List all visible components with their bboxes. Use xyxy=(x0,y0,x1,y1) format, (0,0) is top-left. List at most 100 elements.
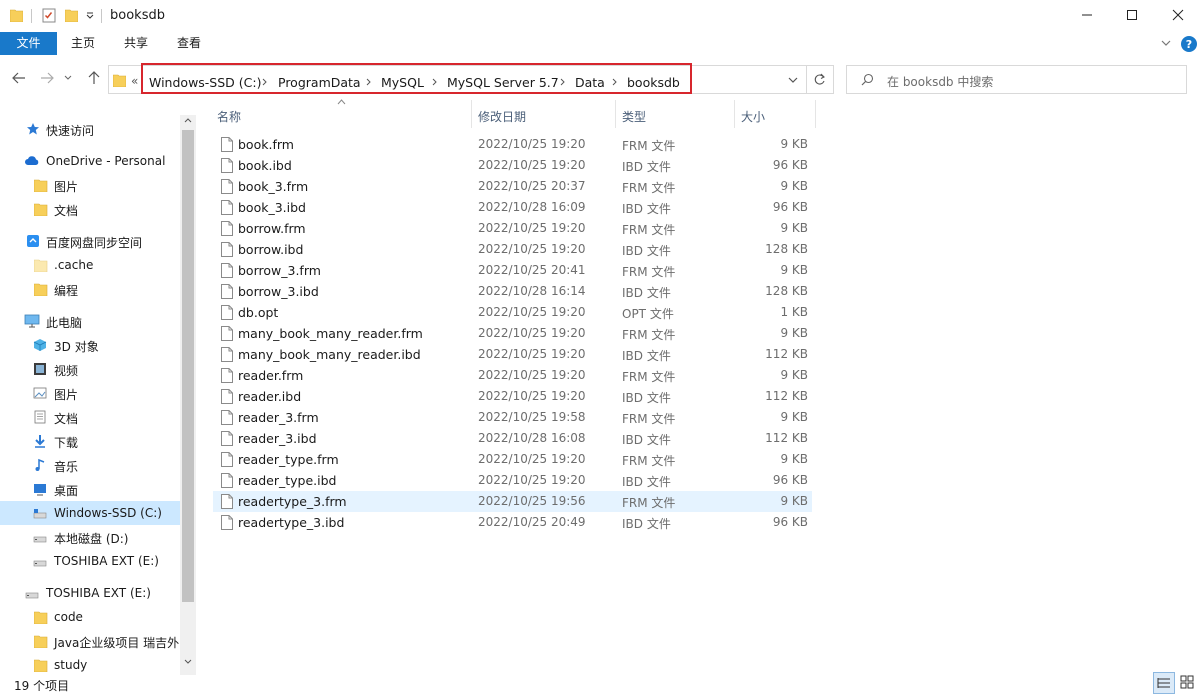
properties-icon[interactable] xyxy=(41,7,57,23)
sidebar-item-3d-objects[interactable]: 3D 对象 xyxy=(0,333,180,357)
maximize-button[interactable] xyxy=(1109,0,1155,30)
sidebar-item-music[interactable]: 音乐 xyxy=(0,453,180,477)
sidebar-item-study[interactable]: study xyxy=(0,653,180,677)
file-size: 9 KB xyxy=(780,137,808,151)
sidebar-item-label: TOSHIBA EXT (E:) xyxy=(54,554,159,568)
search-box[interactable]: 在 booksdb 中搜索 xyxy=(846,65,1187,94)
scroll-down-icon[interactable] xyxy=(184,659,192,665)
column-header-size[interactable]: 大小 xyxy=(735,100,815,128)
search-input[interactable]: 在 booksdb 中搜索 xyxy=(887,73,993,90)
file-row[interactable]: reader_3.ibd 2022/10/28 16:08 IBD 文件 112 KB xyxy=(213,428,812,449)
overflow-crumbs[interactable]: « xyxy=(131,74,138,88)
file-row[interactable]: reader_type.frm 2022/10/25 19:20 FRM 文件 9 K… xyxy=(213,449,812,470)
file-row[interactable]: many_book_many_reader.ibd 2022/10/25 19:2… xyxy=(213,344,812,365)
close-button[interactable] xyxy=(1155,0,1201,30)
sidebar-item-programming[interactable]: 编程 xyxy=(0,277,180,301)
sidebar-item-cache[interactable]: .cache xyxy=(0,253,180,277)
sidebar-item-videos[interactable]: 视频 xyxy=(0,357,180,381)
recent-locations-button[interactable] xyxy=(62,68,74,88)
scroll-up-icon[interactable] xyxy=(184,117,192,123)
refresh-button[interactable] xyxy=(806,65,834,94)
file-row[interactable]: db.opt 2022/10/25 19:20 OPT 文件 1 KB xyxy=(213,302,812,323)
expand-ribbon-icon[interactable] xyxy=(1161,39,1171,47)
sidebar-item-toshiba-e-root[interactable]: TOSHIBA EXT (E:) xyxy=(0,581,180,605)
file-name: reader_type.frm xyxy=(238,452,339,467)
sidebar-item-local-disk-d[interactable]: 本地磁盘 (D:) xyxy=(0,525,180,549)
sidebar-item-code[interactable]: code xyxy=(0,605,180,629)
sidebar-item-documents[interactable]: 文档 xyxy=(0,405,180,429)
sidebar-item-pictures[interactable]: 图片 xyxy=(0,381,180,405)
file-name: borrow_3.frm xyxy=(238,263,321,278)
column-header-label: 修改日期 xyxy=(478,110,527,124)
sidebar-item-label: code xyxy=(54,610,83,624)
file-date: 2022/10/25 19:58 xyxy=(478,410,586,424)
file-name: db.opt xyxy=(238,305,279,320)
sidebar-item-onedrive[interactable]: OneDrive - Personal xyxy=(0,149,180,173)
folder-icon xyxy=(34,283,48,296)
file-row[interactable]: borrow.ibd 2022/10/25 19:20 IBD 文件 128 KB xyxy=(213,239,812,260)
file-size: 128 KB xyxy=(765,284,808,298)
help-button[interactable]: ? xyxy=(1181,36,1197,52)
file-date: 2022/10/25 19:20 xyxy=(478,473,586,487)
file-row[interactable]: book.ibd 2022/10/25 19:20 IBD 文件 96 KB xyxy=(213,155,812,176)
sidebar-item-this-pc[interactable]: 此电脑 xyxy=(0,309,180,333)
file-row[interactable]: readertype_3.ibd 2022/10/25 20:49 IBD 文件 96… xyxy=(213,512,812,533)
sidebar-item-quick-access[interactable]: 快速访问 xyxy=(0,117,180,141)
file-icon xyxy=(221,515,233,530)
file-row[interactable]: book.frm 2022/10/25 19:20 FRM 文件 9 KB xyxy=(213,134,812,155)
file-row[interactable]: reader_3.frm 2022/10/25 19:58 FRM 文件 9 KB xyxy=(213,407,812,428)
sidebar-item-desktop[interactable]: 桌面 xyxy=(0,477,180,501)
file-row[interactable]: reader_type.ibd 2022/10/25 19:20 IBD 文件 96 … xyxy=(213,470,812,491)
sidebar-item-windows-ssd[interactable]: Windows-SSD (C:) xyxy=(0,501,180,525)
large-icons-view-button[interactable] xyxy=(1177,672,1199,694)
file-date: 2022/10/25 19:20 xyxy=(478,242,586,256)
sidebar-item-baidu-sync[interactable]: 百度网盘同步空间 xyxy=(0,229,180,253)
tab-view[interactable]: 查看 xyxy=(165,32,213,55)
sidebar-item-downloads[interactable]: 下载 xyxy=(0,429,180,453)
file-row[interactable]: book_3.frm 2022/10/25 20:37 FRM 文件 9 KB xyxy=(213,176,812,197)
column-header-date[interactable]: 修改日期 xyxy=(472,100,615,128)
ribbon-tabs: 文件 主页 共享 查看 ? xyxy=(0,32,1201,56)
tab-file[interactable]: 文件 xyxy=(0,32,57,55)
chevron-down-icon xyxy=(64,75,72,80)
file-row[interactable]: many_book_many_reader.frm 2022/10/25 19:2… xyxy=(213,323,812,344)
column-header-type[interactable]: 类型 xyxy=(616,100,734,128)
minimize-button[interactable] xyxy=(1064,0,1110,30)
sidebar-item-java-project[interactable]: Java企业级项目 瑞吉外 xyxy=(0,629,180,653)
file-name: reader.frm xyxy=(238,368,304,383)
sidebar-item-onedrive-documents[interactable]: 文档 xyxy=(0,197,180,221)
tab-home[interactable]: 主页 xyxy=(59,32,107,55)
details-view-icon xyxy=(1157,678,1170,688)
file-row[interactable]: reader.frm 2022/10/25 19:20 FRM 文件 9 KB xyxy=(213,365,812,386)
file-size: 112 KB xyxy=(765,347,808,361)
column-divider[interactable] xyxy=(815,100,816,128)
sidebar-item-onedrive-pictures[interactable]: 图片 xyxy=(0,173,180,197)
file-row[interactable]: readertype_3.frm 2022/10/25 19:56 FRM 文件 9 … xyxy=(213,491,812,512)
column-header-name[interactable]: 名称 xyxy=(213,100,471,128)
chevron-down-icon[interactable] xyxy=(788,77,798,84)
file-date: 2022/10/28 16:14 xyxy=(478,284,586,298)
file-icon xyxy=(221,452,233,467)
back-button[interactable] xyxy=(9,68,29,88)
file-row[interactable]: borrow_3.frm 2022/10/25 20:41 FRM 文件 9 KB xyxy=(213,260,812,281)
customize-toolbar-icon[interactable] xyxy=(86,12,94,20)
new-folder-icon[interactable] xyxy=(65,8,78,22)
file-row[interactable]: book_3.ibd 2022/10/28 16:09 IBD 文件 96 KB xyxy=(213,197,812,218)
file-row[interactable]: reader.ibd 2022/10/25 19:20 IBD 文件 112 KB xyxy=(213,386,812,407)
up-button[interactable] xyxy=(84,68,104,88)
tab-share[interactable]: 共享 xyxy=(112,32,160,55)
sidebar-scroll-thumb[interactable] xyxy=(182,130,194,602)
sidebar-item-toshiba-e[interactable]: TOSHIBA EXT (E:) xyxy=(0,549,180,573)
file-icon xyxy=(221,242,233,257)
file-date: 2022/10/25 19:20 xyxy=(478,326,586,340)
details-view-button[interactable] xyxy=(1153,672,1175,694)
file-row[interactable]: borrow.frm 2022/10/25 19:20 FRM 文件 9 KB xyxy=(213,218,812,239)
arrow-left-icon xyxy=(12,72,25,84)
forward-button[interactable] xyxy=(37,68,57,88)
file-icon xyxy=(221,200,233,215)
file-row[interactable]: borrow_3.ibd 2022/10/28 16:14 IBD 文件 128 KB xyxy=(213,281,812,302)
file-icon xyxy=(221,305,233,320)
file-icon xyxy=(221,221,233,236)
close-icon xyxy=(1172,9,1184,21)
file-date: 2022/10/25 19:20 xyxy=(478,305,586,319)
